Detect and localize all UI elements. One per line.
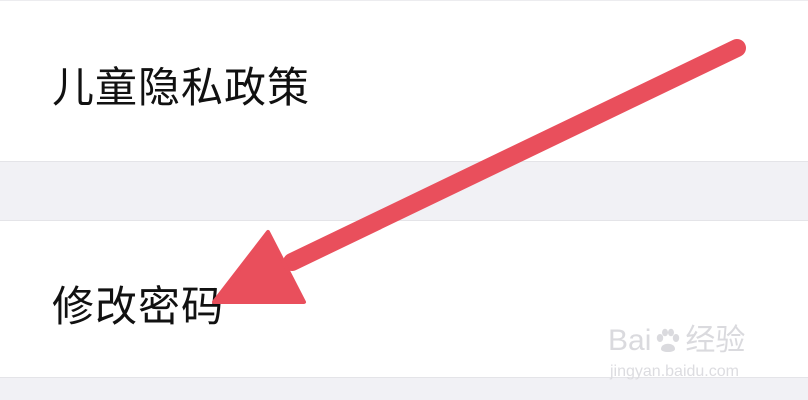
watermark-brand-right: 经验 [685, 324, 746, 357]
watermark-brand: Bai 经验 [608, 326, 745, 356]
watermark-brand-left: Bai [608, 324, 652, 357]
watermark-url: jingyan.baidu.com [610, 363, 739, 380]
settings-screen: 儿童隐私政策 修改密码 Bai 经验 jingyan.baidu.com [0, 0, 808, 400]
section-gap [0, 162, 808, 220]
change-password-label: 修改密码 [52, 282, 225, 331]
baidu-jingyan-watermark: Bai 经验 jingyan.baidu.com [608, 314, 768, 384]
baidu-paw-icon [657, 328, 680, 352]
children-privacy-label: 儿童隐私政策 [52, 63, 311, 112]
settings-item-children-privacy[interactable]: 儿童隐私政策 [0, 0, 808, 162]
